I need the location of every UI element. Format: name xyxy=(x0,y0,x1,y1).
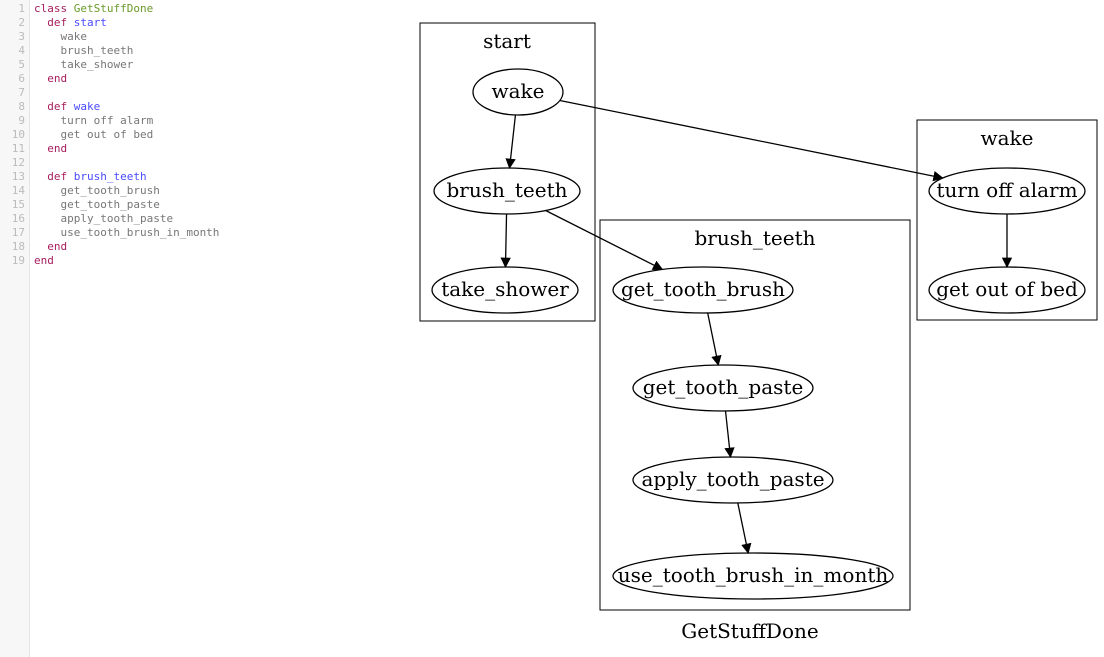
node-label-apply_tooth_paste_n: apply_tooth_paste xyxy=(641,467,824,491)
code-gutter: 12345678910111213141516171819 xyxy=(0,0,30,657)
node-label-turn_off_alarm_n: turn off alarm xyxy=(936,178,1077,202)
code-token xyxy=(34,240,47,253)
edge-wake_n-brush_teeth_n xyxy=(510,115,516,168)
code-token: get out of bed xyxy=(34,128,153,141)
line-number: 17 xyxy=(0,226,25,240)
code-token: GetStuffDone xyxy=(74,2,153,15)
node-label-use_tooth_brush_in_month_n: use_tooth_brush_in_month xyxy=(618,563,889,587)
code-token: def xyxy=(47,100,74,113)
node-label-brush_teeth_n: brush_teeth xyxy=(446,178,567,202)
code-token: wake xyxy=(74,100,101,113)
line-number: 8 xyxy=(0,100,25,114)
line-number: 15 xyxy=(0,198,25,212)
node-label-get_out_of_bed_n: get out of bed xyxy=(936,277,1078,301)
code-panel: 12345678910111213141516171819 class GetS… xyxy=(0,0,400,657)
edge-get_tooth_paste_n-apply_tooth_paste_n xyxy=(725,411,730,457)
code-line: take_shower xyxy=(34,58,219,72)
code-token: get_tooth_paste xyxy=(34,198,160,211)
graph-title: GetStuffDone xyxy=(681,619,818,643)
line-number: 14 xyxy=(0,184,25,198)
code-line: class GetStuffDone xyxy=(34,2,219,16)
line-number: 11 xyxy=(0,142,25,156)
cluster-label-start: start xyxy=(483,29,531,53)
line-number: 18 xyxy=(0,240,25,254)
code-token xyxy=(34,72,47,85)
node-label-get_tooth_brush_n: get_tooth_brush xyxy=(621,277,785,301)
code-token: def xyxy=(47,170,74,183)
code-listing: class GetStuffDone def start wake brush_… xyxy=(30,0,219,657)
code-token: wake xyxy=(34,30,87,43)
line-number: 1 xyxy=(0,2,25,16)
code-token xyxy=(34,16,47,29)
code-line: turn off alarm xyxy=(34,114,219,128)
code-token: end xyxy=(34,254,54,267)
code-line: def brush_teeth xyxy=(34,170,219,184)
code-line: wake xyxy=(34,30,219,44)
diagram-panel: start brush_teeth wake wake brush_teeth take_… xyxy=(400,0,1104,657)
node-label-take_shower_n: take_shower xyxy=(441,277,569,301)
code-token: take_shower xyxy=(34,58,133,71)
node-label-wake_n: wake xyxy=(492,79,545,103)
code-token: end xyxy=(47,240,67,253)
code-line: use_tooth_brush_in_month xyxy=(34,226,219,240)
code-line: end xyxy=(34,72,219,86)
code-line: end xyxy=(34,240,219,254)
edge-apply_tooth_paste_n-use_tooth_brush_in_month_n xyxy=(738,503,748,553)
line-number: 13 xyxy=(0,170,25,184)
line-number: 19 xyxy=(0,254,25,268)
code-token xyxy=(34,142,47,155)
line-number: 7 xyxy=(0,86,25,100)
line-number: 5 xyxy=(0,58,25,72)
code-line: get_tooth_brush xyxy=(34,184,219,198)
code-token: end xyxy=(47,142,67,155)
code-line: def start xyxy=(34,16,219,30)
code-token: use_tooth_brush_in_month xyxy=(34,226,219,239)
node-label-get_tooth_paste_n: get_tooth_paste xyxy=(643,375,804,399)
cluster-label-wake: wake xyxy=(981,126,1034,150)
edge-wake_n-turn_off_alarm_n xyxy=(560,100,943,178)
code-token xyxy=(34,170,47,183)
edge-get_tooth_brush_n-get_tooth_paste_n xyxy=(708,313,719,365)
edge-brush_teeth_n-take_shower_n xyxy=(505,214,506,267)
graph-svg: start brush_teeth wake wake brush_teeth take_… xyxy=(400,0,1104,657)
code-line: brush_teeth xyxy=(34,44,219,58)
code-line: end xyxy=(34,142,219,156)
line-number: 6 xyxy=(0,72,25,86)
edge-brush_teeth_n-get_tooth_brush_n xyxy=(546,211,663,270)
line-number: 4 xyxy=(0,44,25,58)
code-line xyxy=(34,86,219,100)
code-line: def wake xyxy=(34,100,219,114)
code-token: def xyxy=(47,16,74,29)
code-token: end xyxy=(47,72,67,85)
code-token: start xyxy=(74,16,107,29)
code-token: apply_tooth_paste xyxy=(34,212,173,225)
code-token: brush_teeth xyxy=(74,170,147,183)
code-line xyxy=(34,156,219,170)
line-number: 12 xyxy=(0,156,25,170)
code-token: turn off alarm xyxy=(34,114,153,127)
code-line: apply_tooth_paste xyxy=(34,212,219,226)
code-line: get out of bed xyxy=(34,128,219,142)
code-token: brush_teeth xyxy=(34,44,133,57)
line-number: 10 xyxy=(0,128,25,142)
line-number: 3 xyxy=(0,30,25,44)
code-line: get_tooth_paste xyxy=(34,198,219,212)
code-token: get_tooth_brush xyxy=(34,184,160,197)
code-line: end xyxy=(34,254,219,268)
code-token xyxy=(34,100,47,113)
cluster-label-brush_teeth: brush_teeth xyxy=(694,226,815,250)
line-number: 9 xyxy=(0,114,25,128)
code-token: class xyxy=(34,2,74,15)
line-number: 16 xyxy=(0,212,25,226)
line-number: 2 xyxy=(0,16,25,30)
